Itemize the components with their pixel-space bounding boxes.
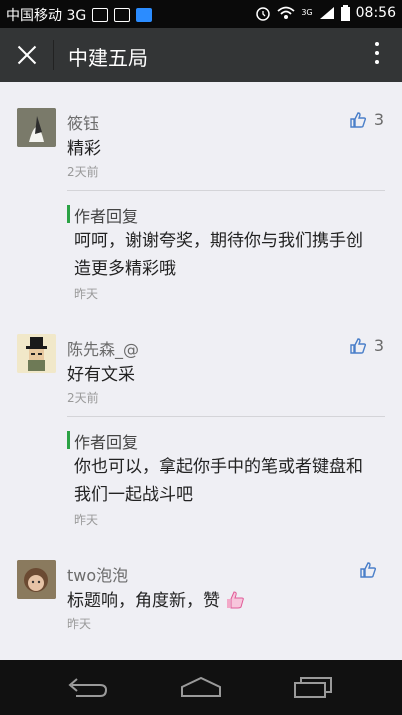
battery-icon [340, 5, 350, 21]
signal-icon [319, 7, 334, 19]
page-title: 中建五局 [68, 46, 148, 70]
reply-time: 昨天 [74, 513, 99, 527]
app-icon [136, 8, 153, 22]
comment-text-content: 标题响，角度新，赞 [67, 591, 220, 611]
reply-accent-bar [67, 205, 70, 223]
reply-label: 作者回复 [74, 207, 139, 226]
title-bar: 中建五局 [0, 28, 402, 82]
avatar[interactable] [17, 334, 56, 373]
comment-time: 2天前 [67, 165, 99, 179]
alert-icon [92, 8, 109, 22]
comment-author[interactable]: 陈先森_@ [67, 336, 139, 360]
recent-apps-icon[interactable] [293, 674, 333, 700]
close-icon[interactable] [15, 43, 39, 67]
comment-time: 昨天 [67, 617, 92, 631]
system-nav-bar [0, 660, 402, 715]
status-left: 中国移动 3G [6, 5, 153, 25]
like-button[interactable]: 3 [350, 110, 384, 129]
network-type: 3G [301, 8, 313, 17]
more-vertical-icon[interactable] [374, 42, 380, 68]
reply-time: 昨天 [74, 287, 99, 301]
status-right: 3G 08:56 [255, 5, 396, 21]
avatar[interactable] [17, 560, 56, 599]
reply-text: 你也可以，拿起你手中的笔或者键盘和我们一起战斗吧 [74, 457, 363, 505]
comment-text: 标题响，角度新，赞 [67, 586, 245, 611]
avatar[interactable] [17, 108, 56, 147]
comment-time: 2天前 [67, 391, 99, 405]
home-icon[interactable] [179, 674, 223, 700]
avatar-image [17, 560, 56, 599]
alarm-icon [256, 7, 271, 21]
thumbs-up-emoji-icon [227, 591, 245, 609]
avatar-image [17, 334, 56, 373]
reply-label: 作者回复 [74, 433, 139, 452]
comments-list: 筱钰 精彩 2天前 3 作者回复 呵呵，谢谢夸奖，期待你与我们携手创造更多精彩哦… [0, 82, 402, 660]
wifi-icon [277, 6, 295, 19]
comment-author[interactable]: 筱钰 [67, 110, 99, 134]
carrier-label: 中国移动 3G [6, 8, 87, 24]
comment-text: 精彩 [67, 139, 101, 159]
comment-author[interactable]: two泡泡 [67, 562, 128, 586]
thumbs-up-icon [350, 337, 366, 354]
author-reply: 作者回复 你也可以，拿起你手中的笔或者键盘和我们一起战斗吧 昨天 [67, 416, 385, 527]
avatar-image [17, 108, 56, 147]
comment-text: 好有文采 [67, 365, 135, 385]
reply-text: 呵呵，谢谢夸奖，期待你与我们携手创造更多精彩哦 [74, 231, 363, 279]
author-reply: 作者回复 呵呵，谢谢夸奖，期待你与我们携手创造更多精彩哦 昨天 [67, 190, 385, 301]
title-divider [53, 40, 54, 70]
like-count: 3 [373, 336, 384, 355]
like-count: 3 [373, 110, 384, 129]
reply-accent-bar [67, 431, 70, 449]
image-icon [114, 8, 131, 22]
like-button[interactable]: 3 [350, 336, 384, 355]
clock: 08:56 [355, 5, 396, 21]
thumbs-up-icon [350, 111, 366, 128]
like-button[interactable] [360, 562, 384, 578]
thumbs-up-icon [360, 562, 376, 578]
status-bar: 中国移动 3G 3G 08:56 [0, 0, 402, 28]
back-icon[interactable] [66, 676, 110, 700]
